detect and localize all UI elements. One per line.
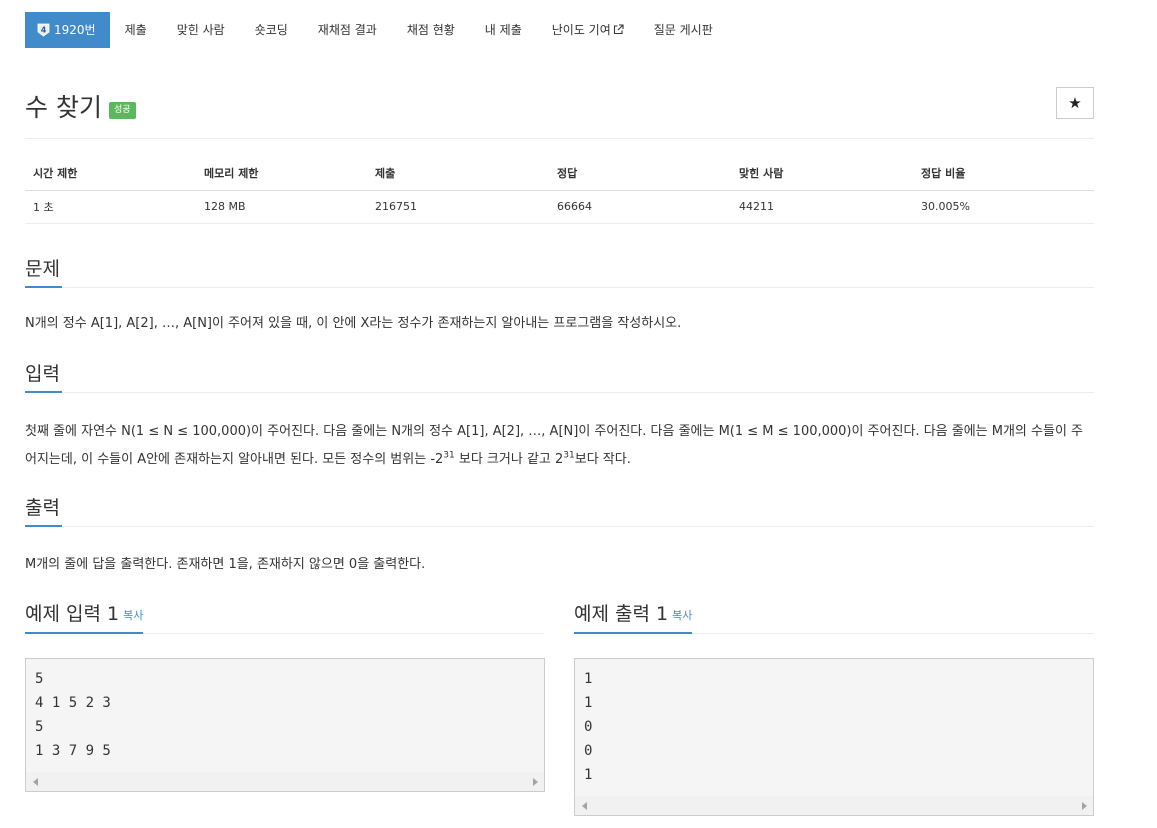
sample-input-head: 예제 입력 1 복사 <box>25 598 544 634</box>
section-input-head: 입력 <box>25 360 1094 393</box>
section-output-title: 출력 <box>25 494 62 527</box>
input-text-part-3: 보다 작다. <box>574 452 631 467</box>
value-memory-limit: 128 MB <box>196 190 367 224</box>
nav-item-short-coding[interactable]: 숏코딩 <box>240 12 303 48</box>
problem-description: N개의 정수 A[1], A[2], …, A[N]이 주어져 있을 때, 이 … <box>25 316 682 331</box>
value-accepted: 66664 <box>549 190 731 224</box>
favorite-star-button[interactable]: ★ <box>1056 87 1094 119</box>
problem-info-table: 시간 제한 메모리 제한 제출 정답 맞힌 사람 정답 비율 1 초 128 M… <box>25 157 1094 224</box>
nav-item-difficulty-contribution[interactable]: 난이도 기여 <box>537 12 639 48</box>
output-description: M개의 줄에 답을 출력한다. 존재하면 1을, 존재하지 않으면 0을 출력한… <box>25 557 426 572</box>
nav-item-problem-number[interactable]: 4 1920번 <box>25 12 110 48</box>
info-header-row: 시간 제한 메모리 제한 제출 정답 맞힌 사람 정답 비율 <box>25 157 1094 191</box>
sample-input-title: 예제 입력 1 복사 <box>25 598 144 634</box>
scroll-right-arrow-icon[interactable] <box>1077 796 1091 815</box>
sample-input-scrollbar[interactable] <box>26 772 544 791</box>
difficulty-contribution-label: 난이도 기여 <box>551 23 611 37</box>
scroll-right-arrow-icon[interactable] <box>528 772 542 791</box>
value-time-limit: 1 초 <box>25 190 196 224</box>
input-text-part-2: 보다 크거나 같고 2 <box>454 452 564 467</box>
title-divider <box>25 138 1094 139</box>
header-accepted: 정답 <box>549 157 731 191</box>
sample-input-text: 5 4 1 5 2 3 5 1 3 7 9 5 <box>35 671 111 759</box>
tier-number: 4 <box>41 26 47 35</box>
star-icon: ★ <box>1068 94 1082 112</box>
nav-item-solved-users[interactable]: 맞힌 사람 <box>162 12 240 48</box>
section-input-title: 입력 <box>25 360 62 393</box>
scroll-left-arrow-icon[interactable] <box>577 796 591 815</box>
nav-item-rejudge-results[interactable]: 재채점 결과 <box>303 12 392 48</box>
value-solved-users: 44211 <box>731 190 913 224</box>
sample-output-box[interactable]: 1 1 0 0 1 <box>574 658 1094 816</box>
value-submissions: 216751 <box>367 190 549 224</box>
header-time-limit: 시간 제한 <box>25 157 196 191</box>
problem-nav: 4 1920번 제출 맞힌 사람 숏코딩 재채점 결과 채점 현황 내 제출 난… <box>25 12 728 48</box>
scroll-left-arrow-icon[interactable] <box>28 772 42 791</box>
input-exponent-2: 31 <box>563 450 575 461</box>
tier-badge-icon: 4 <box>37 23 50 37</box>
input-description: 첫째 줄에 자연수 N(1 ≤ N ≤ 100,000)이 주어진다. 다음 줄… <box>25 418 1094 474</box>
input-exponent-1: 31 <box>443 450 455 461</box>
nav-item-question-board[interactable]: 질문 게시판 <box>639 12 728 48</box>
header-accept-ratio: 정답 비율 <box>913 157 1094 191</box>
copy-sample-output-link[interactable]: 복사 <box>672 609 692 622</box>
header-submissions: 제출 <box>367 157 549 191</box>
problem-title: 수 찾기 <box>25 93 102 122</box>
sample-output-scrollbar[interactable] <box>575 796 1093 815</box>
copy-sample-input-link[interactable]: 복사 <box>123 609 143 622</box>
problem-title-row: 수 찾기 성공 <box>25 86 136 126</box>
status-badge: 성공 <box>108 101 136 119</box>
external-link-icon <box>613 13 624 49</box>
sample-output-text: 1 1 0 0 1 <box>584 671 593 783</box>
sample-output-head: 예제 출력 1 복사 <box>574 598 1094 634</box>
sample-output-title: 예제 출력 1 복사 <box>574 598 693 634</box>
value-accept-ratio: 30.005% <box>913 190 1094 224</box>
header-memory-limit: 메모리 제한 <box>196 157 367 191</box>
nav-item-my-submissions[interactable]: 내 제출 <box>470 12 537 48</box>
nav-item-judge-status[interactable]: 채점 현황 <box>392 12 470 48</box>
info-value-row: 1 초 128 MB 216751 66664 44211 30.005% <box>25 190 1094 224</box>
sample-output-label: 예제 출력 1 <box>574 603 669 625</box>
problem-number-label: 1920번 <box>54 23 96 37</box>
sample-input-label: 예제 입력 1 <box>25 603 120 625</box>
nav-item-submit[interactable]: 제출 <box>110 12 162 48</box>
header-solved-users: 맞힌 사람 <box>731 157 913 191</box>
section-problem-head: 문제 <box>25 255 1094 288</box>
section-problem-title: 문제 <box>25 255 62 288</box>
sample-input-box[interactable]: 5 4 1 5 2 3 5 1 3 7 9 5 <box>25 658 545 792</box>
section-output-head: 출력 <box>25 494 1094 527</box>
